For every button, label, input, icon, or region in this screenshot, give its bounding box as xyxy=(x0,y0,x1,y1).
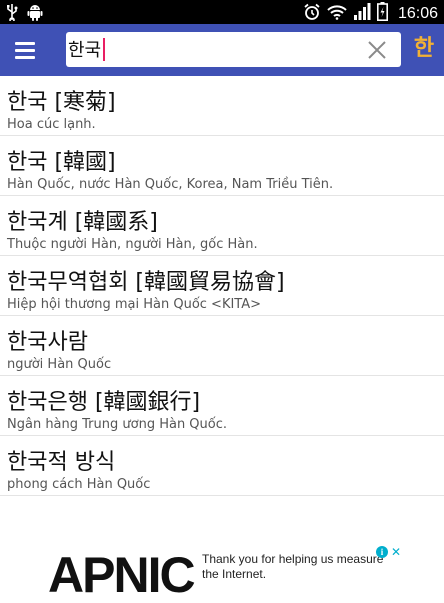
result-meaning: người Hàn Quốc xyxy=(7,357,112,372)
result-item[interactable]: 한국은행 [韓國銀行] Ngân hàng Trung ương Hàn Quố… xyxy=(0,376,444,436)
result-meaning: Ngân hàng Trung ương Hàn Quốc. xyxy=(7,417,228,432)
android-icon xyxy=(27,3,43,25)
result-item[interactable]: 한국무역협회 [韓國貿易協會] Hiệp hội thương mại Hàn … xyxy=(0,256,444,316)
alarm-icon xyxy=(303,3,321,25)
result-meaning: phong cách Hàn Quốc xyxy=(7,477,151,492)
clock-time: 16:06 xyxy=(397,4,438,22)
result-meaning: Thuộc người Hàn, người Hàn, gốc Hàn. xyxy=(7,237,258,252)
battery-icon xyxy=(376,2,388,25)
result-headword: 한국 [寒菊] xyxy=(7,90,116,115)
result-item[interactable]: 한국사람 người Hàn Quốc xyxy=(0,316,444,376)
ad-message: Thank you for helping us measure the Int… xyxy=(202,552,384,581)
result-headword: 한국은행 [韓國銀行] xyxy=(7,390,201,415)
ad-close-icon[interactable]: ✕ xyxy=(390,546,402,558)
wifi-icon xyxy=(327,4,347,24)
adchoices-info-icon[interactable]: i xyxy=(376,546,388,558)
results-list: 한국 [寒菊] Hoa cúc lạnh. 한국 [韓國] Hàn Quốc, … xyxy=(0,76,444,496)
result-item[interactable]: 한국적 방식 phong cách Hàn Quốc xyxy=(0,436,444,496)
ad-banner[interactable]: APNIC Thank you for helping us measure t… xyxy=(0,536,444,600)
ad-choices: i ✕ xyxy=(376,546,402,560)
signal-icon xyxy=(353,2,371,25)
result-headword: 한국적 방식 xyxy=(7,450,116,475)
result-meaning: Hiệp hội thương mại Hàn Quốc <KITA> xyxy=(7,297,262,312)
result-headword: 한국무역협회 [韓國貿易協會] xyxy=(7,270,285,295)
status-system-icons: 16:06 xyxy=(303,2,438,25)
status-bar: 16:06 xyxy=(0,0,444,24)
result-headword: 한국계 [韓國系] xyxy=(7,210,158,235)
status-notification-icons xyxy=(6,3,43,25)
language-toggle-button[interactable]: 한 xyxy=(410,34,438,64)
usb-icon xyxy=(6,3,18,25)
clear-x-icon[interactable] xyxy=(367,40,387,60)
result-meaning: Hoa cúc lạnh. xyxy=(7,117,96,132)
result-headword: 한국사람 xyxy=(7,330,88,355)
search-box xyxy=(66,32,401,67)
app-bar: 한 xyxy=(0,24,444,76)
result-item[interactable]: 한국계 [韓國系] Thuộc người Hàn, người Hàn, gố… xyxy=(0,196,444,256)
search-input[interactable] xyxy=(68,35,348,63)
result-item[interactable]: 한국 [寒菊] Hoa cúc lạnh. xyxy=(0,76,444,136)
result-meaning: Hàn Quốc, nước Hàn Quốc, Korea, Nam Triề… xyxy=(7,177,334,192)
ad-logo: APNIC xyxy=(48,547,196,603)
result-item[interactable]: 한국 [韓國] Hàn Quốc, nước Hàn Quốc, Korea, … xyxy=(0,136,444,196)
text-caret xyxy=(103,38,105,61)
hamburger-menu-icon[interactable] xyxy=(10,36,40,64)
result-headword: 한국 [韓國] xyxy=(7,150,116,175)
